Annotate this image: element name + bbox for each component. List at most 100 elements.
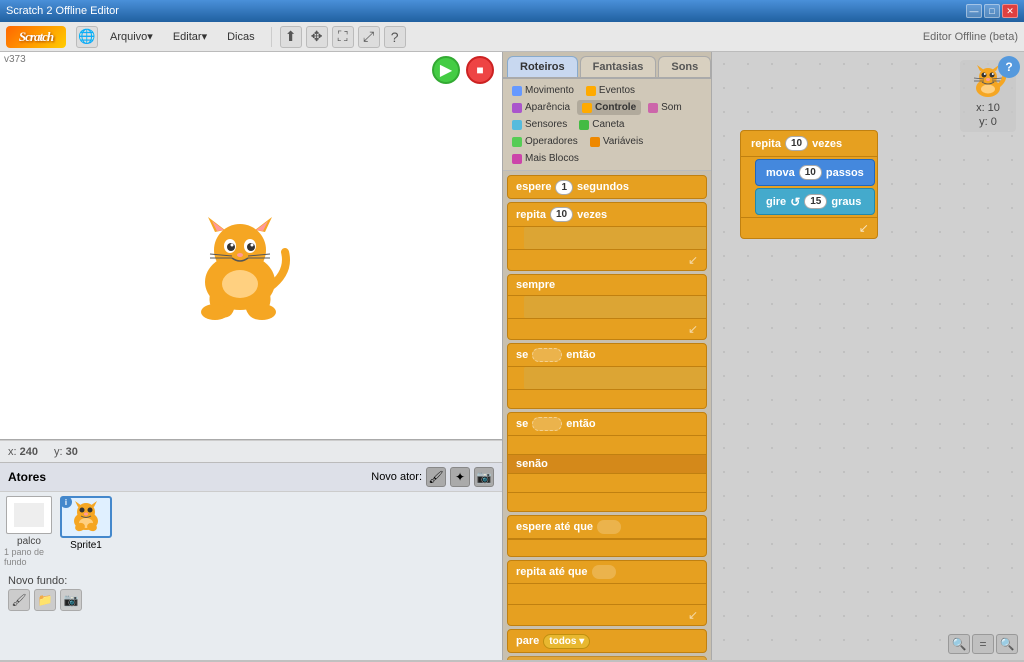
- novo-fundo-label: Novo fundo:: [8, 575, 67, 587]
- cat-variaveis[interactable]: Variáveis: [585, 134, 648, 149]
- canvas-block-mova[interactable]: mova 10 passos: [755, 159, 875, 186]
- cat-som[interactable]: Som: [643, 100, 687, 115]
- stage-thumbnail[interactable]: palco 1 pano de fundo: [4, 496, 54, 567]
- paint-fundo-button[interactable]: 🖌: [8, 589, 30, 611]
- add-actor-button[interactable]: ✦: [450, 467, 470, 487]
- sprite-y-coord: y: 0: [979, 116, 997, 128]
- cat-sensores[interactable]: Sensores: [507, 117, 572, 132]
- actors-body: palco 1 pano de fundo i: [0, 492, 502, 571]
- block-espere[interactable]: espere 1 segundos: [507, 175, 707, 199]
- block-repita-ate[interactable]: repita até que ↙: [507, 560, 707, 626]
- left-panel: v373 ▶ ■: [0, 52, 502, 660]
- cat-caneta[interactable]: Caneta: [574, 117, 629, 132]
- cat-movimento[interactable]: Movimento: [507, 83, 579, 98]
- menu-editar[interactable]: Editar▾: [165, 27, 215, 46]
- window-controls: — □ ✕: [966, 4, 1018, 18]
- help-button[interactable]: ?: [998, 56, 1020, 78]
- titlebar: Scratch 2 Offline Editor — □ ✕: [0, 0, 1024, 22]
- maximize-button[interactable]: □: [984, 4, 1000, 18]
- tab-roteiros[interactable]: Roteiros: [507, 56, 578, 77]
- zoom-controls: 🔍 = 🔍: [948, 634, 1018, 654]
- zoom-out-button[interactable]: 🔍: [948, 634, 970, 654]
- canvas-block-repita[interactable]: repita 10 vezes mova 10 passos: [740, 130, 878, 239]
- paint-actor-button[interactable]: 🖌: [426, 467, 446, 487]
- variaveis-dot: [590, 137, 600, 147]
- camera-fundo-button[interactable]: 📷: [60, 589, 82, 611]
- fullscreen-icon[interactable]: ⛶: [332, 26, 354, 48]
- aparencia-dot: [512, 103, 522, 113]
- actors-header: Atores Novo ator: 🖌 ✦ 📷: [0, 463, 502, 492]
- movimento-dot: [512, 86, 522, 96]
- menu-dicas[interactable]: Dicas: [219, 28, 263, 46]
- cat-sprite[interactable]: [180, 212, 300, 322]
- cat-aparencia[interactable]: Aparência: [507, 100, 575, 115]
- add-fundo-button[interactable]: 📁: [34, 589, 56, 611]
- x-coord-label: x: 240: [8, 446, 38, 458]
- blocks-list: espere 1 segundos repita 10 vezes ↙: [503, 171, 711, 660]
- cat-eventos[interactable]: Controle Eventos: [581, 83, 640, 98]
- stage-thumb-image: [6, 496, 52, 534]
- novo-fundo-section: Novo fundo: 🖌 📁 📷: [0, 571, 502, 615]
- logo-text: Scratch: [19, 29, 53, 45]
- stage-subtitle: 1 pano de fundo: [4, 547, 54, 567]
- close-button[interactable]: ✕: [1002, 4, 1018, 18]
- novo-ator-section: Novo ator: 🖌 ✦ 📷: [371, 467, 494, 487]
- block-pare[interactable]: pare todos ▾: [507, 629, 707, 653]
- tabs: Roteiros Fantasias Sons: [503, 52, 711, 79]
- help-icon[interactable]: ?: [384, 26, 406, 48]
- cat-operadores[interactable]: Operadores: [507, 134, 583, 149]
- y-coord-label: y: 30: [54, 446, 78, 458]
- scratch-logo: Scratch: [6, 26, 66, 48]
- block-espere-ate[interactable]: espere até que: [507, 515, 707, 557]
- stage-coords: x: 240 y: 30: [0, 440, 502, 462]
- cat-mais-blocos[interactable]: Mais Blocos: [507, 151, 584, 166]
- app-title: Scratch 2 Offline Editor: [6, 5, 119, 17]
- som-dot: [648, 103, 658, 113]
- script-area[interactable]: x: 10 y: 0 ? repita 10 vezes: [712, 52, 1024, 660]
- zoom-in-button[interactable]: 🔍: [996, 634, 1018, 654]
- camera-actor-button[interactable]: 📷: [474, 467, 494, 487]
- block-repita[interactable]: repita 10 vezes ↙: [507, 202, 707, 271]
- tab-fantasias[interactable]: Fantasias: [580, 56, 657, 77]
- stage: v373 ▶ ■: [0, 52, 502, 440]
- canvas-repita-group: repita 10 vezes mova 10 passos: [740, 130, 878, 239]
- green-flag-button[interactable]: ▶: [432, 56, 460, 84]
- menubar: Scratch 🌐 Arquivo▾ Editar▾ Dicas ⬆ ✥ ⛶ ⤢…: [0, 22, 1024, 52]
- canvas-block-gire[interactable]: gire ↺ 15 graus: [755, 188, 875, 215]
- stage-controls: ▶ ■: [432, 56, 494, 84]
- zoom-reset-button[interactable]: =: [972, 634, 994, 654]
- main-area: v373 ▶ ■: [0, 52, 1024, 660]
- editor-label: Editor Offline (beta): [923, 31, 1018, 43]
- novo-ator-label: Novo ator:: [371, 471, 422, 483]
- move-icon[interactable]: ✥: [306, 26, 328, 48]
- sprite-info-badge[interactable]: i: [60, 496, 72, 508]
- resize-icon[interactable]: ⤢: [358, 26, 380, 48]
- sprite-x-coord: x: 10: [976, 102, 1000, 114]
- minimize-button[interactable]: —: [966, 4, 982, 18]
- caneta-dot: [579, 120, 589, 130]
- block-se-entao-senao[interactable]: se então senão: [507, 412, 707, 512]
- sprite1-name: Sprite1: [70, 540, 102, 551]
- block-sempre[interactable]: sempre ↙: [507, 274, 707, 340]
- stop-button[interactable]: ■: [466, 56, 494, 84]
- menu-separator-1: [271, 27, 272, 47]
- sensores-dot: [512, 120, 522, 130]
- center-panel: Roteiros Fantasias Sons Movimento Contro…: [502, 52, 712, 660]
- language-button[interactable]: 🌐: [76, 26, 98, 48]
- fundo-icons: 🖌 📁 📷: [8, 589, 494, 611]
- sprite1-thumbnail[interactable]: i: [58, 496, 114, 567]
- tab-sons[interactable]: Sons: [658, 56, 711, 77]
- mais-blocos-dot: [512, 154, 522, 164]
- upload-icon[interactable]: ⬆: [280, 26, 302, 48]
- stage-name: palco: [17, 536, 41, 547]
- eventos-dot: [586, 86, 596, 96]
- block-quando-ator[interactable]: quando ator tocar comecar como: [507, 656, 707, 660]
- cat-controle[interactable]: Controle: [577, 100, 641, 115]
- right-panel: x: 10 y: 0 ? repita 10 vezes: [712, 52, 1024, 660]
- categories: Movimento Controle Eventos Aparência Con…: [503, 79, 711, 171]
- operadores-dot: [512, 137, 522, 147]
- block-se-entao[interactable]: se então: [507, 343, 707, 409]
- actors-panel: Atores Novo ator: 🖌 ✦ 📷 palco 1 pa: [0, 462, 502, 660]
- menu-arquivo[interactable]: Arquivo▾: [102, 27, 161, 46]
- stage-version-label: v373: [4, 54, 26, 65]
